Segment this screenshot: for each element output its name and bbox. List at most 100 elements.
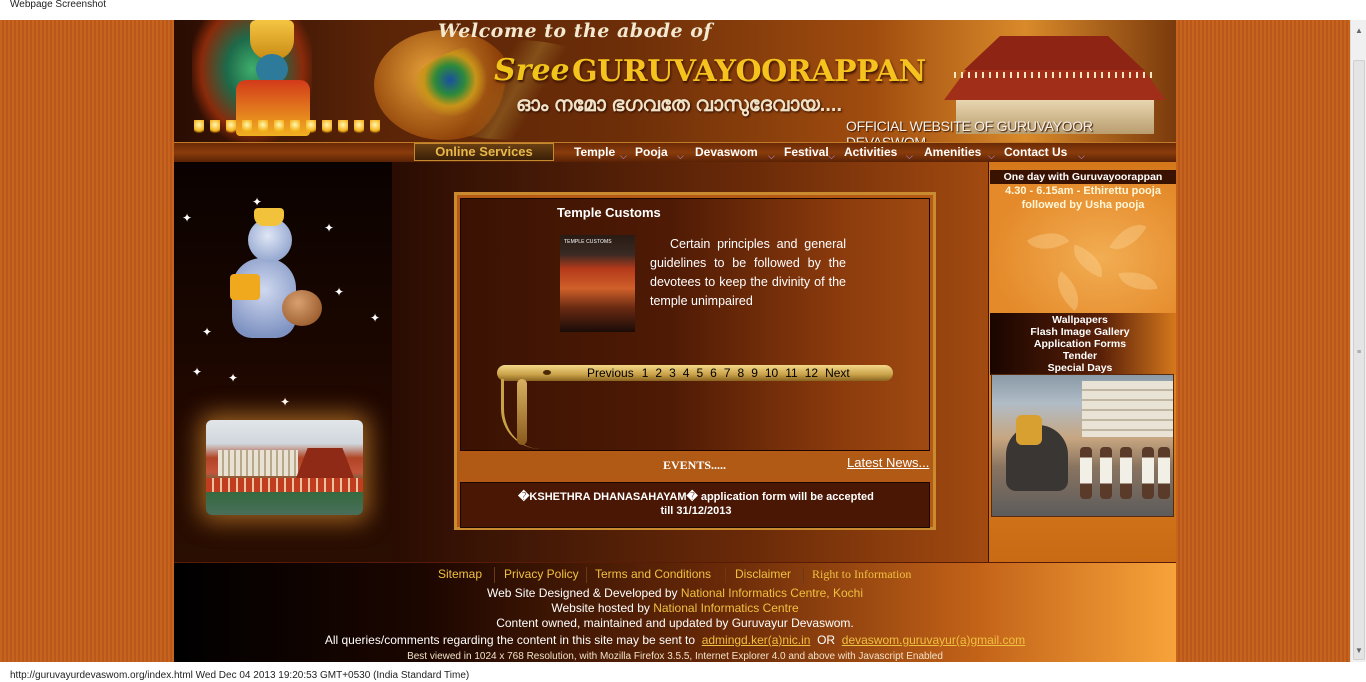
pagination-page[interactable]: 9 <box>751 366 758 380</box>
photo-roof <box>296 448 354 478</box>
footer-link-terms[interactable]: Terms and Conditions <box>595 567 711 581</box>
queries-line: All queries/comments regarding the conte… <box>174 633 1176 647</box>
footer-link-rti[interactable]: Right to Information <box>812 567 911 581</box>
pagination-next[interactable]: Next <box>825 366 850 380</box>
temple-customs-panel: Temple Customs TEMPLE CUSTOMS Certain pr… <box>460 198 930 451</box>
chevron-down-icon: ⌵ <box>1078 151 1085 161</box>
pagination-page[interactable]: 1 <box>642 366 649 380</box>
nav-item-pooja[interactable]: Pooja <box>635 145 668 159</box>
lamp-icon <box>306 120 316 136</box>
link-application-forms[interactable]: Application Forms <box>990 338 1170 350</box>
news-item[interactable]: �KSHETHRA DHANASAHAYAM� application form… <box>461 490 931 518</box>
temple-upper-roof <box>964 36 1144 70</box>
news-line: �KSHETHRA DHANASAHAYAM� application form… <box>518 491 874 503</box>
sparkle-icon: ✦ <box>182 211 193 225</box>
leaf-decoration <box>1067 244 1109 278</box>
footer-link-privacy-policy[interactable]: Privacy Policy <box>504 567 579 581</box>
sparkle-icon: ✦ <box>280 395 291 409</box>
scroll-thumb[interactable]: ≡ <box>1353 60 1365 660</box>
footer-divider <box>725 567 726 583</box>
main-navigation: Online Services Temple ⌵ Pooja ⌵ Devaswo… <box>174 142 1176 162</box>
chevron-down-icon: ⌵ <box>768 151 775 161</box>
photo-building <box>218 450 298 476</box>
pagination-page[interactable]: 2 <box>655 366 662 380</box>
best-viewed-note: Best viewed in 1024 x 768 Resolution, wi… <box>407 651 943 662</box>
scroll-up-arrow-icon[interactable]: ▲ <box>1354 26 1364 36</box>
online-services-button[interactable]: Online Services <box>414 143 554 161</box>
nav-item-festival[interactable]: Festival <box>784 145 829 159</box>
footer-divider <box>803 567 804 583</box>
quick-links: Wallpapers Flash Image Gallery Applicati… <box>990 313 1176 375</box>
status-bar-url: http://guruvayurdevaswom.org/index.html … <box>0 662 1366 682</box>
pagination-page[interactable]: 4 <box>683 366 690 380</box>
runner <box>1120 447 1132 499</box>
events-row: EVENTS..... Latest News... <box>457 453 933 479</box>
lamp-icon <box>194 120 204 136</box>
featured-box: Temple Customs TEMPLE CUSTOMS Certain pr… <box>454 192 936 530</box>
nav-item-contact-us[interactable]: Contact Us <box>1004 145 1067 159</box>
link-special-days[interactable]: Special Days <box>990 362 1170 374</box>
chevron-down-icon: ⌵ <box>988 151 995 161</box>
flute-hole <box>543 370 551 375</box>
screenshot-caption: Webpage Screenshot <box>0 0 1366 20</box>
scroll-grip-icon: ≡ <box>1357 349 1362 356</box>
pagination-page[interactable]: 5 <box>696 366 703 380</box>
lamp-icon <box>290 120 300 136</box>
email-link-gmail[interactable]: devaswom.guruvayur(a)gmail.com <box>842 633 1025 647</box>
customs-thumbnail[interactable]: TEMPLE CUSTOMS <box>560 235 635 332</box>
pagination-page[interactable]: 10 <box>765 366 778 380</box>
pagination-page[interactable]: 12 <box>805 366 818 380</box>
temple-complex-photo[interactable] <box>206 420 363 515</box>
site-title: GURUVAYOORAPPAN <box>572 54 926 89</box>
center-column: Temple Customs TEMPLE CUSTOMS Certain pr… <box>392 162 988 562</box>
sparkle-icon: ✦ <box>202 325 213 339</box>
news-line: till 31/12/2013 <box>660 505 732 517</box>
news-ticker: �KSHETHRA DHANASAHAYAM� application form… <box>460 482 930 528</box>
elephant-festival-photo[interactable] <box>991 374 1174 517</box>
butter-pot <box>282 290 322 326</box>
pagination-previous[interactable]: Previous <box>587 366 634 380</box>
nic-link[interactable]: National Informatics Centre <box>653 601 798 615</box>
latest-news-link[interactable]: Latest News... <box>847 455 929 470</box>
footer-divider <box>494 567 495 583</box>
lamp-icon <box>210 120 220 136</box>
nic-kochi-link[interactable]: National Informatics Centre, Kochi <box>681 586 863 600</box>
sparkle-icon: ✦ <box>192 365 203 379</box>
chevron-down-icon: ⌵ <box>828 151 835 161</box>
link-wallpapers[interactable]: Wallpapers <box>990 314 1170 326</box>
pagination-page[interactable]: 11 <box>785 366 797 380</box>
title-sree: Sree <box>494 53 570 88</box>
sparkle-icon: ✦ <box>324 221 335 235</box>
nav-item-temple[interactable]: Temple <box>574 145 615 159</box>
nav-item-amenities[interactable]: Amenities <box>924 145 981 159</box>
vertical-scrollbar[interactable]: ▲ ≡ ▼ <box>1350 20 1366 662</box>
lamp-icon <box>274 120 284 136</box>
schedule-line: 4.30 - 6.15am - Ethirettu pooja <box>1005 185 1161 197</box>
footer-link-disclaimer[interactable]: Disclaimer <box>735 567 791 581</box>
customs-title[interactable]: Temple Customs <box>557 205 661 220</box>
events-label: EVENTS..... <box>663 458 727 472</box>
nav-item-devaswom[interactable]: Devaswom <box>695 145 758 159</box>
link-flash-image-gallery[interactable]: Flash Image Gallery <box>990 326 1170 338</box>
footer-link-sitemap[interactable]: Sitemap <box>438 567 482 581</box>
lamp-icon <box>354 120 364 136</box>
baby-krishna-image <box>226 208 322 354</box>
sparkle-icon: ✦ <box>252 195 263 209</box>
pagination-page[interactable]: 8 <box>738 366 745 380</box>
krishna-cloth <box>230 274 260 300</box>
hosted-prefix: Website hosted by <box>551 601 650 615</box>
pagination-page[interactable]: 7 <box>724 366 731 380</box>
flute-tassel <box>517 379 527 445</box>
official-website-text: OFFICIAL WEBSITE OF GURUVAYOOR DEVASWOM <box>846 118 1093 142</box>
one-day-title[interactable]: One day with Guruvayoorappan <box>990 170 1176 184</box>
email-link-nic[interactable]: admingd.ker(a)nic.in <box>702 633 811 647</box>
left-column: ✦ ✦ ✦ ✦ ✦ ✦ ✦ ✦ ✦ <box>174 162 392 562</box>
site-container: Welcome to the abode of Sree GURUVAYOORA… <box>174 20 1176 662</box>
header-banner: Welcome to the abode of Sree GURUVAYOORA… <box>174 20 1176 142</box>
lamp-icon <box>322 120 332 136</box>
pagination-page[interactable]: 6 <box>710 366 717 380</box>
scroll-down-arrow-icon[interactable]: ▼ <box>1354 646 1364 656</box>
nav-item-activities[interactable]: Activities <box>844 145 897 159</box>
pagination-page[interactable]: 3 <box>669 366 676 380</box>
link-tender[interactable]: Tender <box>990 350 1170 362</box>
